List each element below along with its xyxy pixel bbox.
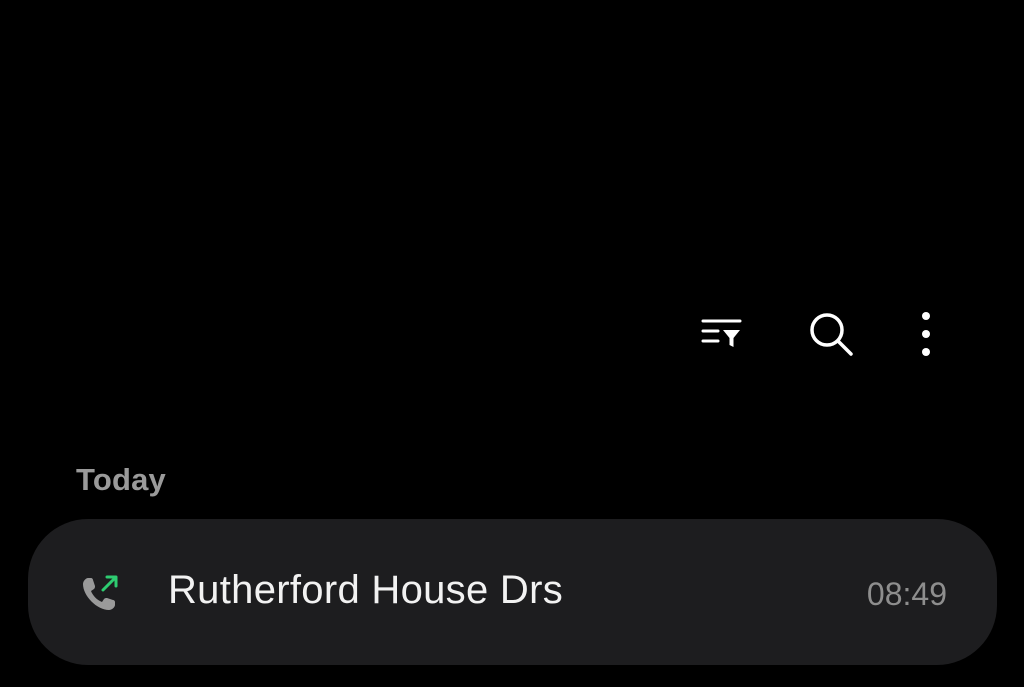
recents-screen: Today Rutherford House Drs 08:49 [0, 0, 1024, 687]
more-vertical-icon [922, 312, 930, 356]
filter-list-icon [701, 319, 742, 347]
more-options-button[interactable] [898, 306, 954, 362]
search-icon [810, 313, 853, 356]
contact-name: Rutherford House Drs [168, 568, 564, 612]
toolbar [0, 306, 1024, 362]
section-header-today: Today [76, 462, 166, 497]
filter-button[interactable] [694, 306, 750, 362]
call-time: 08:49 [866, 576, 947, 612]
search-button[interactable] [802, 306, 858, 362]
outgoing-call-icon [83, 575, 118, 610]
